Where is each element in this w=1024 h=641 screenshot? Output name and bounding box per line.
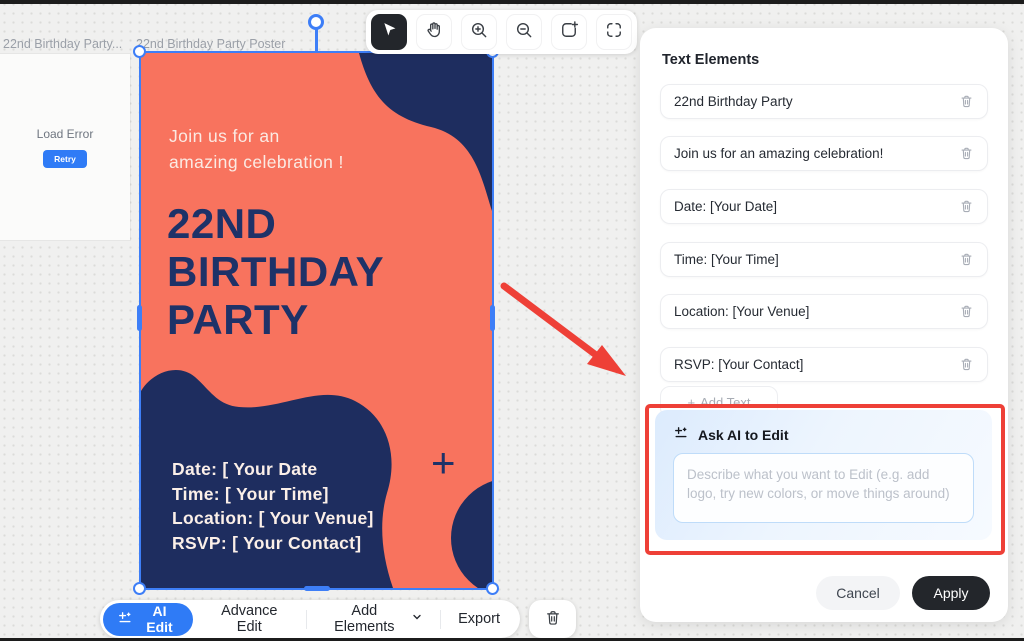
text-element-row[interactable]: Date: [Your Date] [660,189,988,224]
ask-ai-header: Ask AI to Edit [673,425,789,444]
ask-ai-card: Ask AI to Edit [655,410,992,540]
delete-canvas-button[interactable] [529,600,576,638]
apply-button[interactable]: Apply [912,576,990,610]
hand-tool-button[interactable] [416,14,452,50]
poster-details: Date: [ Your Date Time: [ Your Time] Loc… [172,457,374,555]
add-elements-label: Add Elements [324,603,406,635]
ask-ai-title: Ask AI to Edit [698,427,789,443]
selection-handle-left-mid[interactable] [137,305,142,331]
ask-ai-input[interactable] [673,453,974,523]
edit-actions-toolbar: AI Edit Advance Edit Add Elements Export [100,600,520,638]
canvas-frame-label: 22nd Birthday Party Poster [136,37,285,51]
panel-title: Text Elements [662,52,759,68]
text-element-row[interactable]: RSVP: [Your Contact] [660,347,988,382]
text-element-value: 22nd Birthday Party [674,94,793,109]
plus-icon: + [688,395,696,410]
trash-icon[interactable] [959,252,974,267]
export-label: Export [458,611,500,627]
poster-title-line2: BIRTHDAY [167,248,384,296]
poster-title-line1: 22ND [167,200,384,248]
text-element-value: Time: [Your Time] [674,252,779,267]
add-frame-icon [559,20,579,45]
text-element-value: Location: [Your Venue] [674,304,809,319]
retry-button[interactable]: Retry [43,150,87,168]
selection-handle-bottom-left[interactable] [133,582,146,595]
trash-icon[interactable] [959,94,974,109]
ai-sparkle-icon [117,610,133,629]
selection-handle-bottom-right[interactable] [486,582,499,595]
rotation-handle[interactable] [308,14,324,30]
poster-subtitle-line1: Join us for an [169,123,344,149]
text-element-row[interactable]: Join us for an amazing celebration! [660,136,988,171]
export-button[interactable]: Export [441,611,517,627]
canvas-toolbar [366,10,637,54]
ai-edit-label: AI Edit [140,603,179,635]
text-element-value: Date: [Your Date] [674,199,777,214]
zoom-out-icon [514,20,534,45]
thumbnail-frame-label: 22nd Birthday Party... [3,37,131,51]
ai-edit-button[interactable]: AI Edit [103,603,193,636]
annotation-arrow [490,276,640,391]
thumbnail-load-error-frame[interactable]: Load Error Retry [0,54,130,240]
advance-edit-label: Advance Edit [210,603,289,635]
selection-handle-bottom-mid[interactable] [304,586,330,591]
cancel-button[interactable]: Cancel [816,576,900,610]
cursor-icon [380,20,399,44]
poster-detail-time: Time: [ Your Time] [172,482,374,507]
poster-canvas[interactable]: Join us for an amazing celebration ! 22N… [141,53,492,588]
add-text-label: Add Text [700,395,750,410]
poster-title-line3: PARTY [167,296,384,344]
advance-edit-button[interactable]: Advance Edit [193,603,306,635]
ai-sparkle-icon [673,425,689,444]
load-error-text: Load Error [37,127,94,141]
window-edge-top [0,0,1024,4]
zoom-out-tool-button[interactable] [506,14,542,50]
fit-screen-tool-button[interactable] [596,14,632,50]
text-element-value: Join us for an amazing celebration! [674,146,883,161]
add-frame-tool-button[interactable] [551,14,587,50]
zoom-in-icon [469,20,489,45]
hand-icon [424,20,444,45]
add-elements-button[interactable]: Add Elements [307,603,441,635]
selection-handle-right-mid[interactable] [490,305,495,331]
select-tool-button[interactable] [371,14,407,50]
poster-detail-rsvp: RSVP: [ Your Contact] [172,531,374,556]
trash-icon[interactable] [959,304,974,319]
text-element-row[interactable]: 22nd Birthday Party [660,84,988,119]
text-element-row[interactable]: Location: [Your Venue] [660,294,988,329]
trash-icon[interactable] [959,357,974,372]
text-elements-panel: Text Elements 22nd Birthday Party Join u… [640,28,1008,622]
chevron-down-icon [411,611,423,627]
poster-detail-date: Date: [ Your Date [172,457,374,482]
trash-icon[interactable] [959,146,974,161]
selection-handle-top-left[interactable] [133,45,146,58]
trash-icon [544,609,562,630]
text-element-value: RSVP: [Your Contact] [674,357,803,372]
poster-detail-location: Location: [ Your Venue] [172,506,374,531]
poster-subtitle-line2: amazing celebration ! [169,149,344,175]
trash-icon[interactable] [959,199,974,214]
poster-subtitle: Join us for an amazing celebration ! [169,123,344,175]
zoom-in-tool-button[interactable] [461,14,497,50]
rotation-handle-stem [315,27,318,53]
poster-plus-mark: + [431,439,456,487]
poster-title: 22ND BIRTHDAY PARTY [167,200,384,344]
text-element-row[interactable]: Time: [Your Time] [660,242,988,277]
fit-screen-icon [604,20,624,45]
